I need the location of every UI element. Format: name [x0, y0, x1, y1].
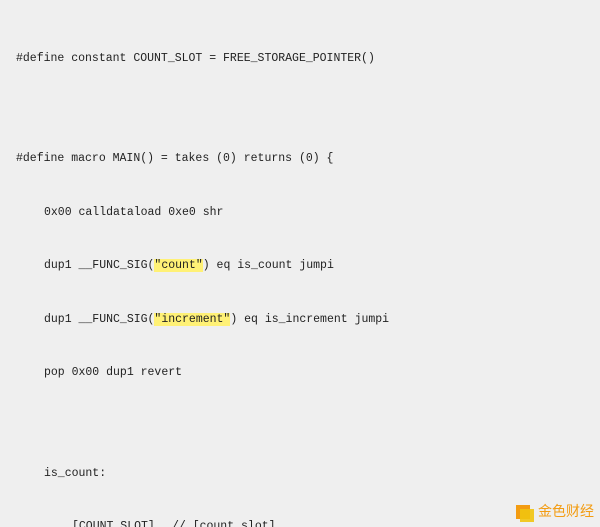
blank-line: [16, 417, 584, 429]
code-line: #define constant COUNT_SLOT = FREE_STORA…: [16, 50, 584, 68]
highlight: "increment": [154, 313, 230, 326]
watermark-logo-icon: [514, 502, 534, 522]
comment: // [count_slot]: [172, 520, 276, 527]
code-label: is_count:: [16, 465, 584, 483]
code-line: dup1 __FUNC_SIG("count") eq is_count jum…: [16, 257, 584, 275]
code-line: 0x00 calldataload 0xe0 shr: [16, 204, 584, 222]
watermark: 金色财经: [514, 501, 594, 523]
code-text: dup1 __FUNC_SIG(: [44, 259, 154, 272]
code-line: #define macro MAIN() = takes (0) returns…: [16, 150, 584, 168]
code-line: dup1 __FUNC_SIG("increment") eq is_incre…: [16, 311, 584, 329]
opcode: [COUNT_SLOT]: [72, 518, 172, 527]
watermark-text: 金色财经: [538, 501, 594, 523]
code-text: ) eq is_increment jumpi: [230, 313, 389, 326]
code-text: dup1 __FUNC_SIG(: [44, 313, 154, 326]
code-line: pop 0x00 dup1 revert: [16, 364, 584, 382]
blank-line: [16, 103, 584, 115]
code-text: ) eq is_count jumpi: [203, 259, 334, 272]
code-line: [COUNT_SLOT]// [count_slot]: [16, 518, 584, 527]
highlight: "count": [154, 259, 202, 272]
code-block: #define constant COUNT_SLOT = FREE_STORA…: [16, 14, 584, 527]
